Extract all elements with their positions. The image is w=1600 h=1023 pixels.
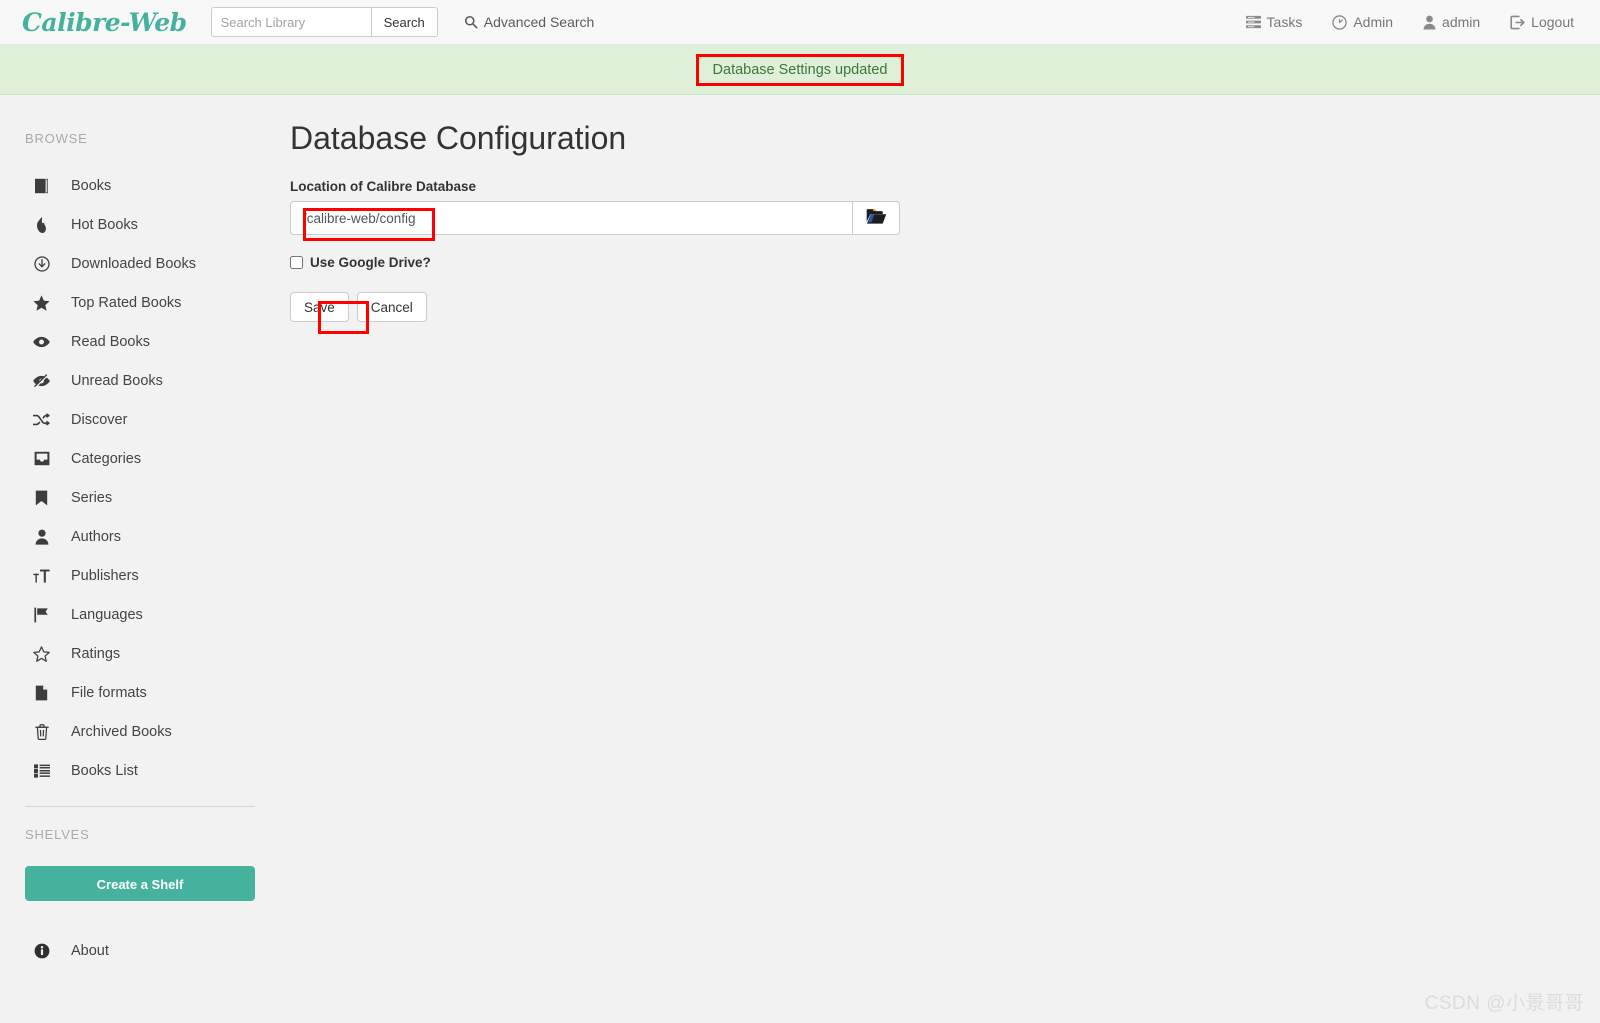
form-actions: Save Cancel [290,292,1600,322]
folder-open-icon [866,208,887,228]
sidebar-heading-shelves: SHELVES [0,827,280,842]
page-title: Database Configuration [290,119,1600,157]
nav-user-label: admin [1442,14,1480,30]
save-button[interactable]: Save [290,292,349,322]
sidebar-item-publishers[interactable]: Publishers [0,556,280,595]
sidebar-item-series[interactable]: Series [0,478,280,517]
sidebar-item-books[interactable]: Books [0,166,280,205]
shuffle-icon [33,413,50,427]
search-group: Search [211,7,438,37]
location-label: Location of Calibre Database [290,179,1600,194]
sidebar-item-read-books[interactable]: Read Books [0,322,280,361]
top-navbar: Calibre-Web Search Advanced Search [0,0,1600,45]
create-shelf-button[interactable]: Create a Shelf [25,866,255,901]
flash-alert-message: Database Settings updated [699,57,902,83]
advanced-search-link[interactable]: Advanced Search [464,14,595,30]
main-content: Database Configuration Location of Calib… [280,95,1600,322]
sidebar-about-wrapper: About [0,931,280,970]
sidebar-item-categories[interactable]: Categories [0,439,280,478]
sidebar-item-label: Books [71,178,111,194]
sidebar-item-label: Publishers [71,568,139,584]
sidebar-item-label: Downloaded Books [71,256,196,272]
brand-logo[interactable]: Calibre-Web [22,8,187,37]
tasks-icon [1246,15,1261,29]
sidebar-item-archived-books[interactable]: Archived Books [0,712,280,751]
book-icon [33,178,50,194]
sidebar-item-label: Unread Books [71,373,163,389]
logout-icon [1510,15,1525,30]
bookmark-icon [33,490,50,506]
sidebar-item-label: Read Books [71,334,150,350]
sidebar-item-label: Top Rated Books [71,295,181,311]
location-input-group [290,201,900,235]
nav-user[interactable]: admin [1423,14,1480,30]
eye-slash-icon [33,374,50,388]
sidebar-item-label: Discover [71,412,127,428]
location-input[interactable] [290,201,852,235]
trash-icon [33,724,50,740]
sidebar: BROWSE Books Hot Books [0,95,280,970]
sidebar-item-discover[interactable]: Discover [0,400,280,439]
sidebar-item-ratings[interactable]: Ratings [0,634,280,673]
flash-alert: Database Settings updated [0,45,1600,95]
google-drive-label[interactable]: Use Google Drive? [310,255,431,270]
star-filled-icon [33,295,50,311]
file-icon [33,685,50,701]
user-icon [1423,15,1436,30]
nav-logout[interactable]: Logout [1510,14,1574,30]
sidebar-divider [25,806,255,807]
browse-folder-button[interactable] [852,201,900,235]
info-circle-icon [33,943,50,959]
nav-admin-label: Admin [1353,14,1393,30]
nav-admin[interactable]: Admin [1332,14,1393,30]
sidebar-item-label: Ratings [71,646,120,662]
search-input[interactable] [211,7,371,37]
inbox-icon [33,451,50,466]
sidebar-item-label: File formats [71,685,147,701]
sidebar-item-label: Categories [71,451,141,467]
sidebar-item-label: Languages [71,607,143,623]
navbar-right: Tasks Admin [1246,14,1582,30]
sidebar-item-unread-books[interactable]: Unread Books [0,361,280,400]
sidebar-item-label: Authors [71,529,121,545]
app-root: Calibre-Web Search Advanced Search [0,0,1600,1023]
sidebar-item-downloaded-books[interactable]: Downloaded Books [0,244,280,283]
search-button[interactable]: Search [371,7,438,37]
page-layout: BROWSE Books Hot Books [0,95,1600,970]
sidebar-item-label: Archived Books [71,724,172,740]
download-circle-icon [33,256,50,272]
google-drive-checkbox[interactable] [290,256,303,269]
sidebar-item-label: Series [71,490,112,506]
dashboard-icon [1332,15,1347,30]
sidebar-item-languages[interactable]: Languages [0,595,280,634]
sidebar-heading-browse: BROWSE [0,131,280,146]
advanced-search-label: Advanced Search [484,14,595,30]
list-icon [33,764,50,778]
eye-icon [33,336,50,348]
flag-icon [33,607,50,623]
sidebar-item-label: Hot Books [71,217,138,233]
watermark: CSDN @小景哥哥 [1425,988,1584,1015]
sidebar-item-file-formats[interactable]: File formats [0,673,280,712]
nav-tasks[interactable]: Tasks [1246,14,1303,30]
google-drive-row: Use Google Drive? [290,255,1600,270]
text-height-icon [33,568,50,584]
fire-icon [33,217,50,233]
user-icon [33,529,50,545]
sidebar-item-books-list[interactable]: Books List [0,751,280,790]
nav-logout-label: Logout [1531,14,1574,30]
sidebar-item-top-rated-books[interactable]: Top Rated Books [0,283,280,322]
nav-tasks-label: Tasks [1267,14,1303,30]
sidebar-item-authors[interactable]: Authors [0,517,280,556]
sidebar-item-label: Books List [71,763,138,779]
sidebar-item-about[interactable]: About [0,931,280,970]
sidebar-item-hot-books[interactable]: Hot Books [0,205,280,244]
star-outline-icon [33,646,50,662]
search-icon [464,15,478,29]
cancel-button[interactable]: Cancel [357,292,427,322]
sidebar-item-label: About [71,943,109,959]
